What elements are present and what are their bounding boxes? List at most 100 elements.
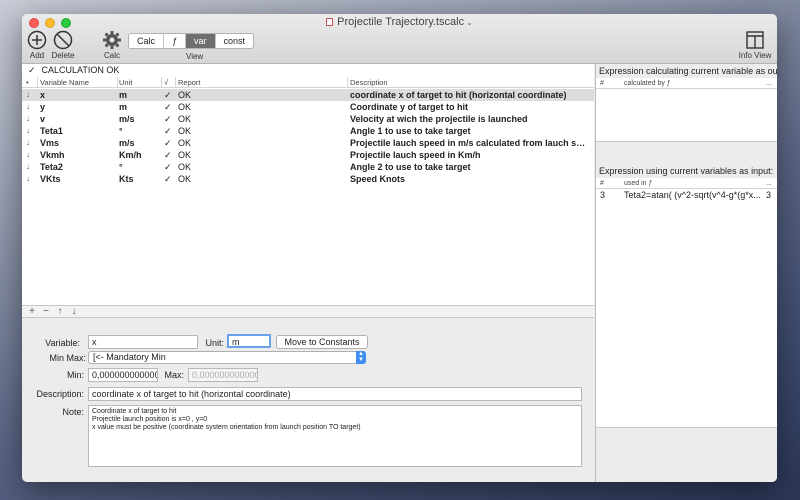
max-input[interactable]: 0,000000000000 [188,368,258,382]
calculation-status: ✓ CALCULATION OK [22,64,594,76]
header-check[interactable]: √ [164,77,174,88]
max-label: Max: [164,370,184,380]
variable-name: Teta1 [40,126,63,136]
add-row-button[interactable]: + [26,306,38,317]
unit-label: Unit: [205,338,224,348]
segment-const[interactable]: const [216,34,254,48]
window-title-text: Projectile Trajectory.tscalc [337,16,465,28]
info-view-button[interactable]: Info View [738,30,772,60]
variable-name: VKts [40,174,61,184]
delete-button[interactable]: Delete [50,30,76,60]
variable-check: ✓ [164,138,172,148]
header-description[interactable]: Description [350,77,590,88]
col-divider [161,77,162,88]
variable-name: v [40,114,46,124]
sidebar-icon [746,31,764,49]
note-label: Note: [62,407,84,417]
variable-description: Angle 1 to use to take target [350,126,471,136]
variable-report: OK [178,126,192,136]
variable-report: OK [178,162,192,172]
view-segmented-control[interactable]: Calc ƒ var const [128,33,255,49]
variables-table[interactable]: ✓ CALCULATION OK • Variable Name Unit √ R… [22,64,594,306]
table-header: • Variable Name Unit √ Report Descriptio… [22,77,594,88]
variable-name-input[interactable]: x [88,335,198,349]
header-variable-name[interactable]: Variable Name [40,77,116,88]
minmax-select-value: [<- Mandatory Min [93,352,166,362]
note-line: Coordinate x of target to hit [92,408,177,415]
col-divider [37,77,38,88]
calc-button[interactable]: Calc [100,30,124,60]
remove-row-button[interactable]: − [40,306,52,317]
row-type-icon: ↓ [26,162,30,171]
description-input[interactable]: coordinate x of target to hit (horizonta… [88,387,582,401]
minmax-select[interactable]: [<- Mandatory Min ▲ ▼ [88,351,366,364]
header-calculated-by: calculated by ƒ [624,80,671,87]
col-divider [347,77,348,88]
row-type-icon: ↓ [26,174,30,183]
select-arrows-icon: ▲ ▼ [356,351,366,364]
table-row[interactable]: ↓ Teta2 ° ✓ OK Angle 2 to use to take target [22,161,594,173]
add-icon [27,30,47,50]
panel-spacer [596,142,777,164]
segment-var[interactable]: var [186,34,216,48]
table-row[interactable]: ↓ Vms m/s ✓ OK Projectile lauch speed in m/s … [22,137,594,149]
min-label: Min: [66,370,84,380]
header-used-in: used in ƒ [624,180,653,187]
variable-report: OK [178,90,192,100]
segment-function[interactable]: ƒ [164,34,187,48]
input-expression-table[interactable]: # used in ƒ ... 3 Teta2=atan( (v^2-sqrt(… [596,178,777,428]
variable-unit: m [119,102,128,112]
row-type-icon: ↓ [26,90,30,99]
variable-description: Projectile lauch speed in m/s calculated… [350,138,590,148]
variable-check: ✓ [164,150,172,160]
gear-icon [103,31,121,49]
min-input[interactable]: 0,000000000000 [88,368,158,382]
variable-name: Teta2 [40,162,63,172]
output-expression-table[interactable]: # calculated by ƒ ... [596,78,777,142]
main-panel: ✓ CALCULATION OK • Variable Name Unit √ R… [22,64,594,482]
table-row[interactable]: ↓ Vkmh Km/h ✓ OK Projectile lauch speed in Km… [22,149,594,161]
variable-check: ✓ [164,174,172,184]
variable-unit: Km/h [119,150,142,160]
unit-input[interactable]: m [227,334,271,348]
table-row[interactable]: ↓ VKts Kts ✓ OK Speed Knots [22,173,594,185]
table-row[interactable]: ↓ v m/s ✓ OK Velocity at wich the projectile … [22,113,594,125]
variable-check: ✓ [164,162,172,172]
move-up-button[interactable]: ↑ [54,306,66,317]
expression-num: 3 [600,190,606,200]
variable-description: Projectile lauch speed in Km/h [350,150,481,160]
variable-unit: ° [119,162,123,172]
col-divider [175,77,176,88]
note-line: Projectile launch position is x=0 , y=0 [92,416,208,423]
row-type-icon: ↓ [26,114,30,123]
table-actions-bar: + − ↑ ↓ [22,306,594,318]
expression-count: 3 [766,190,772,200]
note-textarea[interactable]: Coordinate x of target to hit Projectile… [88,405,582,467]
table-row[interactable]: 3 Teta2=atan( (v^2-sqrt(v^4-g*(g*x... 3 [596,189,777,201]
chevron-down-icon[interactable]: ⌄ [466,18,473,27]
variable-report: OK [178,138,192,148]
header-unit[interactable]: Unit [119,77,159,88]
add-button[interactable]: Add [26,30,48,60]
move-down-button[interactable]: ↓ [68,306,80,317]
variable-check: ✓ [164,90,172,100]
variable-unit: ° [119,126,123,136]
table-row[interactable]: ↓ y m ✓ OK Coordinate y of target to hit [22,101,594,113]
input-expression-title: Expression using current variables as in… [599,166,774,176]
view-label: View [186,52,204,61]
variable-report: OK [178,114,192,124]
status-text: CALCULATION OK [41,65,120,75]
toolbar: Projectile Trajectory.tscalc ⌄ Add Delete [22,14,777,64]
move-to-constants-button[interactable]: Move to Constants [276,335,368,349]
variable-report: OK [178,150,192,160]
segment-calc[interactable]: Calc [129,34,165,48]
minmax-label: Min Max: [49,353,86,363]
variable-report: OK [178,102,192,112]
table-row[interactable]: ↓ Teta1 ° ✓ OK Angle 1 to use to take target [22,125,594,137]
variable-unit: m [119,90,128,100]
info-view-label: Info View [738,51,772,60]
table-row[interactable]: ↓ x m ✓ OK coordinate x of target to hit (hor… [22,89,594,101]
calc-label: Calc [103,51,120,60]
variable-editor: Variable: x Unit: m Move to Constants Mi… [22,320,594,482]
header-report[interactable]: Report [178,77,348,88]
